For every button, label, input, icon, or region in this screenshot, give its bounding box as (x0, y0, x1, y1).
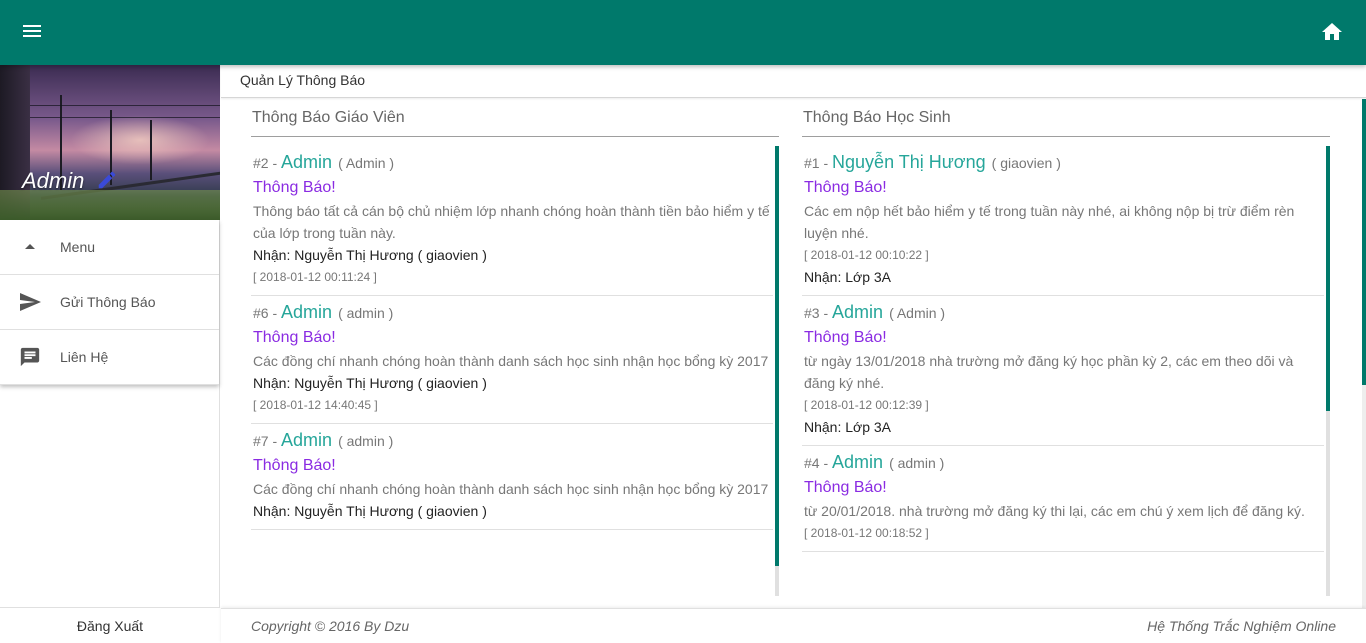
item-timestamp: [ 2018-01-12 14:40:45 ] (253, 398, 378, 412)
teacher-notification-list[interactable]: #2 - Admin( Admin ) Thông Báo! Thông báo… (251, 146, 779, 596)
student-notifications-column: Thông Báo Học Sinh #1 - Nguyễn Thị Hương… (802, 109, 1330, 596)
copyright-text: Copyright © 2016 By Dzu (251, 618, 410, 634)
item-subject: Thông Báo! (253, 457, 336, 474)
item-content: Thông báo tất cả cán bộ chủ nhiệm lớp nh… (253, 203, 770, 241)
sender-name: Nguyễn Thị Hương (832, 152, 986, 172)
item-subject: Thông Báo! (804, 329, 887, 346)
profile-name: Admin (22, 168, 85, 193)
item-id: #1 (804, 155, 820, 171)
item-timestamp: [ 2018-01-12 00:12:39 ] (804, 398, 929, 412)
message-icon (0, 346, 60, 368)
list-item[interactable]: #3 - Admin( Admin ) Thông Báo! từ ngày 1… (802, 296, 1324, 446)
item-content: Các em nộp hết bảo hiểm y tế trong tuần … (804, 203, 1295, 241)
list-item[interactable]: #7 - Admin( admin ) Thông Báo! Các đồng … (251, 424, 773, 530)
student-notification-list[interactable]: #1 - Nguyễn Thị Hương( giaovien ) Thông … (802, 146, 1330, 596)
item-subject: Thông Báo! (804, 479, 887, 496)
side-menu: Menu Gửi Thông Báo Liên Hệ (0, 220, 219, 385)
item-id: #4 (804, 455, 820, 471)
footer: Copyright © 2016 By Dzu Hệ Thống Trắc Ng… (221, 608, 1366, 643)
item-timestamp: [ 2018-01-12 00:11:24 ] (253, 270, 377, 284)
item-recipient: Nhận: Lớp 3A (804, 419, 892, 435)
list-item[interactable]: #1 - Nguyễn Thị Hương( giaovien ) Thông … (802, 146, 1324, 296)
page-title: Quản Lý Thông Báo (221, 65, 1366, 98)
item-recipient: Nhận: Nguyễn Thị Hương ( giaovien ) (253, 247, 487, 263)
sender-name: Admin (832, 452, 884, 472)
item-subject: Thông Báo! (253, 179, 336, 196)
teacher-notifications-column: Thông Báo Giáo Viên #2 - Admin( Admin ) … (251, 109, 779, 596)
sender-role: ( Admin ) (889, 305, 946, 321)
arrow-up-icon (0, 243, 60, 251)
sender-name: Admin (281, 430, 333, 450)
sidebar-item-menu[interactable]: Menu (0, 220, 219, 275)
item-id: #6 (253, 305, 269, 321)
pencil-icon[interactable] (96, 169, 118, 191)
item-timestamp: [ 2018-01-12 00:18:52 ] (804, 526, 929, 540)
item-timestamp: [ 2018-01-12 00:10:22 ] (804, 248, 929, 262)
list-item[interactable]: #4 - Admin( admin ) Thông Báo! từ 20/01/… (802, 446, 1324, 552)
list-item[interactable]: #6 - Admin( admin ) Thông Báo! Các đồng … (251, 296, 773, 424)
item-id: #7 (253, 433, 269, 449)
item-id: #2 (253, 155, 269, 171)
page-scrollbar[interactable] (1362, 99, 1366, 609)
item-subject: Thông Báo! (804, 179, 887, 196)
sender-name: Admin (281, 152, 333, 172)
sender-name: Admin (281, 302, 333, 322)
item-recipient: Nhận: Nguyễn Thị Hương ( giaovien ) (253, 375, 487, 391)
sidebar-item-contact[interactable]: Liên Hệ (0, 330, 219, 385)
send-icon (0, 290, 60, 314)
item-content: Các đồng chí nhanh chóng hoàn thành danh… (253, 353, 769, 369)
scrollbar-thumb[interactable] (1326, 146, 1330, 411)
column-heading: Thông Báo Giáo Viên (251, 109, 779, 137)
hamburger-icon[interactable] (20, 22, 44, 44)
item-content: từ ngày 13/01/2018 nhà trường mở đăng ký… (804, 353, 1294, 391)
item-subject: Thông Báo! (253, 329, 336, 346)
sidebar-item-send-notification[interactable]: Gửi Thông Báo (0, 275, 219, 330)
main-content: Quản Lý Thông Báo Thông Báo Giáo Viên #2… (221, 65, 1366, 608)
sender-role: ( giaovien ) (991, 155, 1061, 171)
profile-banner: Admin (0, 65, 220, 220)
sender-role: ( admin ) (338, 433, 394, 449)
item-content: Các đồng chí nhanh chóng hoàn thành danh… (253, 481, 769, 497)
sender-name: Admin (832, 302, 884, 322)
sender-role: ( admin ) (889, 455, 945, 471)
item-recipient: Nhận: Lớp 3A (804, 269, 892, 285)
page-scrollbar-thumb[interactable] (1362, 99, 1366, 385)
system-name-text: Hệ Thống Trắc Nghiệm Online (1147, 618, 1336, 634)
list-item[interactable]: #2 - Admin( Admin ) Thông Báo! Thông báo… (251, 146, 773, 296)
scrollbar-thumb[interactable] (775, 146, 779, 566)
home-icon[interactable] (1320, 20, 1344, 44)
logout-button[interactable]: Đăng Xuất (0, 607, 220, 643)
column-heading: Thông Báo Học Sinh (802, 109, 1330, 137)
item-recipient: Nhận: Nguyễn Thị Hương ( giaovien ) (253, 503, 487, 519)
sender-role: ( admin ) (338, 305, 394, 321)
top-app-bar (0, 0, 1366, 65)
sidebar: Admin Menu Gửi Thông Báo Liên Hệ Đăng Xu… (0, 65, 220, 643)
item-content: từ 20/01/2018. nhà trường mở đăng ký thi… (804, 503, 1305, 519)
sidebar-item-label: Gửi Thông Báo (60, 294, 156, 310)
sender-role: ( Admin ) (338, 155, 395, 171)
sidebar-item-label: Menu (60, 239, 96, 255)
sidebar-item-label: Liên Hệ (60, 349, 109, 365)
item-id: #3 (804, 305, 820, 321)
